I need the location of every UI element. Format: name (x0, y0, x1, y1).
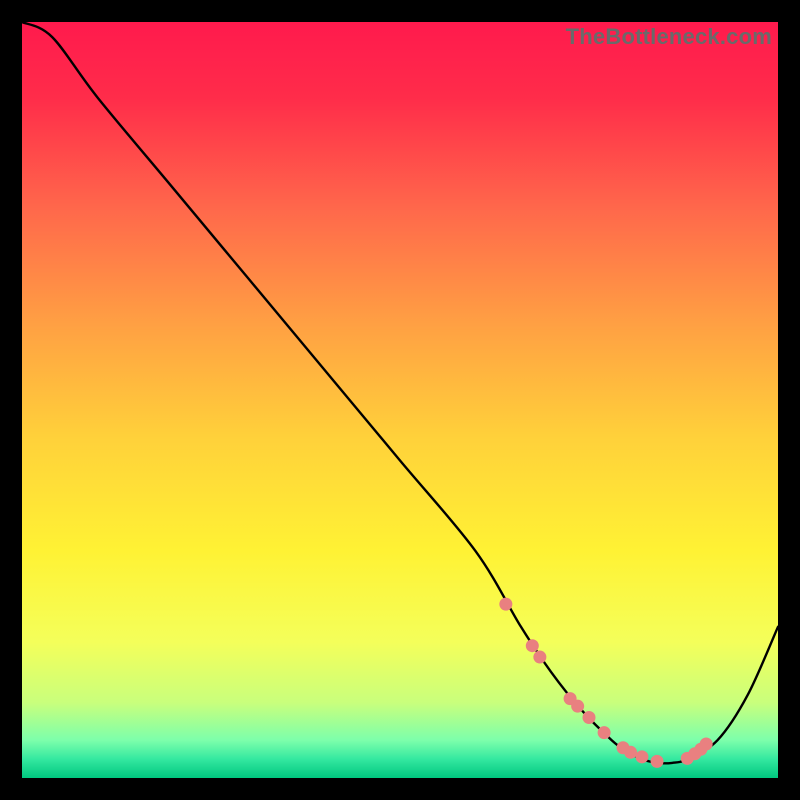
data-marker (700, 737, 713, 750)
data-marker (533, 651, 546, 664)
data-marker (624, 746, 637, 759)
data-marker (583, 711, 596, 724)
watermark-text: TheBottleneck.com (566, 24, 772, 50)
data-marker (651, 755, 664, 768)
data-marker (571, 700, 584, 713)
gradient-background (22, 22, 778, 778)
data-marker (635, 750, 648, 763)
data-marker (598, 726, 611, 739)
chart-svg (22, 22, 778, 778)
chart-frame: TheBottleneck.com (0, 0, 800, 800)
data-marker (526, 639, 539, 652)
data-marker (499, 598, 512, 611)
plot-area: TheBottleneck.com (22, 22, 778, 778)
